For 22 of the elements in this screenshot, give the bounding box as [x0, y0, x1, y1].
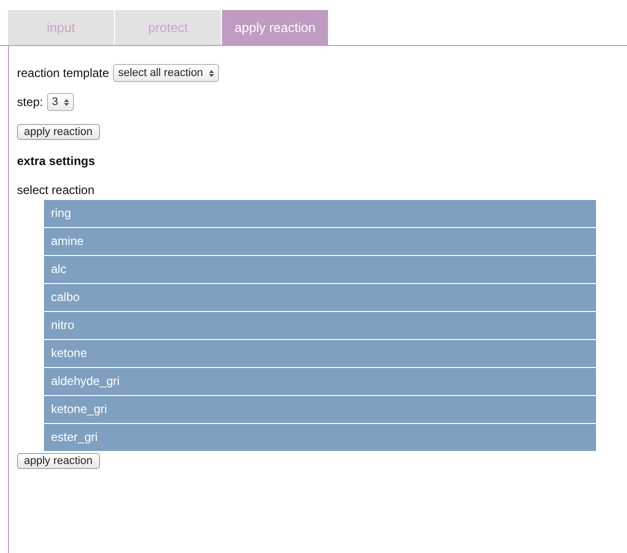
step-select[interactable]: 3 — [47, 93, 74, 111]
reaction-option[interactable]: ring — [44, 200, 596, 227]
apply-reaction-button[interactable]: apply reaction — [17, 453, 100, 469]
spinner-icon — [64, 98, 70, 106]
field-label: reaction template — [17, 66, 110, 80]
reaction-option[interactable]: calbo — [44, 284, 596, 311]
spinner-icon — [209, 68, 214, 78]
section-heading: extra settings — [17, 154, 96, 168]
reaction-option[interactable]: amine — [44, 228, 596, 255]
reaction-option[interactable]: nitro — [44, 312, 596, 339]
apply-reaction-button[interactable]: apply reaction — [17, 124, 100, 140]
field-label: step: — [17, 95, 44, 109]
template-select[interactable]: select all reaction — [113, 64, 220, 82]
reaction-option[interactable]: ester_gri — [44, 424, 596, 451]
reaction-option[interactable]: alc — [44, 256, 596, 283]
reaction-option[interactable]: ketone_gri — [44, 396, 596, 423]
tab[interactable]: input — [8, 10, 114, 45]
reaction-option[interactable]: aldehyde_gri — [44, 368, 596, 395]
list-label: select reaction — [17, 183, 94, 197]
tab[interactable]: protect — [115, 10, 221, 45]
tab[interactable]: apply reaction — [222, 10, 328, 45]
reaction-option[interactable]: ketone — [44, 340, 596, 367]
